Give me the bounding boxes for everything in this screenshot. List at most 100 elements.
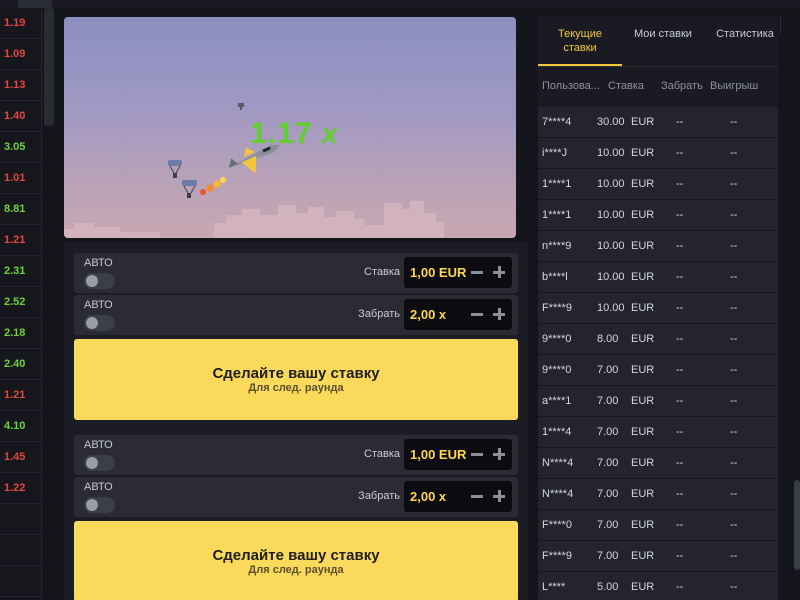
bet-amount: 10.00	[597, 147, 625, 159]
place-bet-button-1[interactable]: Сделайте вашу ставку Для след. раунда	[74, 339, 518, 420]
bet-win: --	[730, 116, 738, 128]
bet-panels: АВТО Ставка 1,00 EUR АВТО Забрать 2,00 x…	[64, 242, 528, 600]
bet-amount: 7.00	[597, 364, 619, 376]
jet-flame	[200, 177, 226, 195]
bet-win: --	[730, 178, 738, 190]
cashout-multiplier-value[interactable]: 2,00 x	[410, 489, 446, 504]
bet-user: F****0	[542, 519, 572, 531]
cashout-multiplier-field[interactable]: 2,00 x	[404, 299, 512, 330]
tab-my-bets-label: Мои ставки	[634, 28, 692, 40]
table-row: 1****1 10.00 EUR -- --	[538, 200, 778, 231]
bet-amount: 10.00	[597, 178, 625, 190]
minus-icon[interactable]	[470, 265, 484, 279]
bet-amount: 30.00	[597, 116, 625, 128]
multiplier-value: 1.17	[250, 117, 313, 150]
table-row: F****9 10.00 EUR -- --	[538, 293, 778, 324]
history-multiplier[interactable]: 1.22	[0, 473, 41, 504]
history-multiplier[interactable]: 2.40	[0, 349, 41, 380]
place-bet-label: Сделайте вашу ставку	[212, 547, 380, 564]
history-multiplier[interactable]: 1.01	[0, 163, 41, 194]
place-bet-sublabel: Для след. раунда	[248, 382, 344, 394]
history-multiplier[interactable]: 1.09	[0, 39, 41, 70]
history-multiplier[interactable]: 2.18	[0, 318, 41, 349]
page-scrollbar[interactable]	[794, 480, 800, 570]
bet-user: b****l	[542, 271, 568, 283]
bet-amount: 10.00	[597, 209, 625, 221]
bet-amount-value[interactable]: 1,00 EUR	[410, 447, 466, 462]
history-multiplier[interactable]: 3.05	[0, 132, 41, 163]
bet-currency: EUR	[631, 457, 655, 469]
history-multiplier[interactable]: 1.21	[0, 380, 41, 411]
bet-cashout: --	[676, 147, 684, 159]
history-multiplier[interactable]	[0, 535, 41, 566]
bet-user: 7****4	[542, 116, 572, 128]
bet-win: --	[730, 147, 738, 159]
bets-table-body: 7****4 30.00 EUR -- -- i****J 10.00 EUR -- -- 1***…	[538, 107, 778, 600]
plus-icon[interactable]	[492, 489, 506, 503]
auto-cashout-toggle[interactable]	[84, 315, 115, 331]
history-multiplier[interactable]: 1.19	[0, 8, 41, 39]
bet-currency: EUR	[631, 488, 655, 500]
table-row: n****9 10.00 EUR -- --	[538, 231, 778, 262]
history-multiplier[interactable]: 2.52	[0, 287, 41, 318]
bet-amount-field[interactable]: 1,00 EUR	[404, 257, 512, 288]
bet-cashout: --	[676, 178, 684, 190]
cashout-multiplier-field[interactable]: 2,00 x	[404, 481, 512, 512]
top-tab-stub[interactable]	[18, 0, 52, 8]
place-bet-button-2[interactable]: Сделайте вашу ставку Для след. раунда	[74, 521, 518, 600]
bet-user: 1****1	[542, 178, 572, 190]
history-multiplier[interactable]: 1.13	[0, 70, 41, 101]
bets-table-header: Пользова... Ставка Забрать Выигрыш	[538, 77, 778, 97]
auto-cashout-label: АВТО	[84, 481, 113, 493]
tab-my-bets[interactable]: Мои ставки	[628, 17, 698, 66]
place-bet-label: Сделайте вашу ставку	[212, 365, 380, 382]
cashout-row-2: АВТО Забрать 2,00 x	[74, 477, 518, 517]
bet-user: a****1	[542, 395, 572, 407]
multiplier-display: 1.17 x	[250, 117, 338, 151]
bet-win: --	[730, 240, 738, 252]
history-multiplier[interactable]	[0, 504, 41, 535]
history-multiplier[interactable]	[0, 566, 41, 597]
parachute-2	[182, 180, 197, 198]
plus-icon[interactable]	[492, 307, 506, 321]
bet-win: --	[730, 333, 738, 345]
place-bet-sublabel: Для след. раунда	[248, 564, 344, 576]
history-multiplier[interactable]: 4.10	[0, 411, 41, 442]
bet-amount-value[interactable]: 1,00 EUR	[410, 265, 466, 280]
minus-icon[interactable]	[470, 307, 484, 321]
history-multiplier[interactable]: 1.40	[0, 101, 41, 132]
history-scrollbar[interactable]	[44, 8, 54, 126]
bet-amount-field[interactable]: 1,00 EUR	[404, 439, 512, 470]
auto-bet-toggle[interactable]	[84, 273, 115, 289]
minus-icon[interactable]	[470, 489, 484, 503]
history-multiplier[interactable]: 1.45	[0, 442, 41, 473]
bet-amount: 7.00	[597, 457, 619, 469]
plus-icon[interactable]	[492, 265, 506, 279]
bet-row-1: АВТО Ставка 1,00 EUR	[74, 253, 518, 293]
history-multiplier[interactable]: 1.21	[0, 225, 41, 256]
tab-current-bets[interactable]: Текущие ставки	[538, 17, 622, 66]
bet-cashout: --	[676, 364, 684, 376]
bet-user: n****9	[542, 240, 572, 252]
bet-cashout: --	[676, 550, 684, 562]
col-cashout: Забрать	[661, 80, 703, 92]
bet-currency: EUR	[631, 581, 655, 593]
bet-user: L****	[542, 581, 566, 593]
cashout-multiplier-value[interactable]: 2,00 x	[410, 307, 446, 322]
tab-statistics[interactable]: Статистика	[712, 17, 778, 66]
round-history: 1.19 1.09 1.13 1.40 3.05 1.01 8.81 1.21 2.31 2.52…	[0, 8, 42, 600]
bets-tabs: Текущие ставки Мои ставки Статистика	[538, 17, 778, 66]
history-multiplier[interactable]: 8.81	[0, 194, 41, 225]
bet-user: 1****1	[542, 209, 572, 221]
bet-cashout: --	[676, 519, 684, 531]
bet-win: --	[730, 457, 738, 469]
history-multiplier[interactable]: 2.31	[0, 256, 41, 287]
bet-cashout: --	[676, 240, 684, 252]
plus-icon[interactable]	[492, 447, 506, 461]
minus-icon[interactable]	[470, 447, 484, 461]
bet-currency: EUR	[631, 147, 655, 159]
auto-bet-toggle[interactable]	[84, 455, 115, 471]
auto-cashout-toggle[interactable]	[84, 497, 115, 513]
bet-win: --	[730, 550, 738, 562]
multiplier-suffix: x	[321, 118, 339, 149]
